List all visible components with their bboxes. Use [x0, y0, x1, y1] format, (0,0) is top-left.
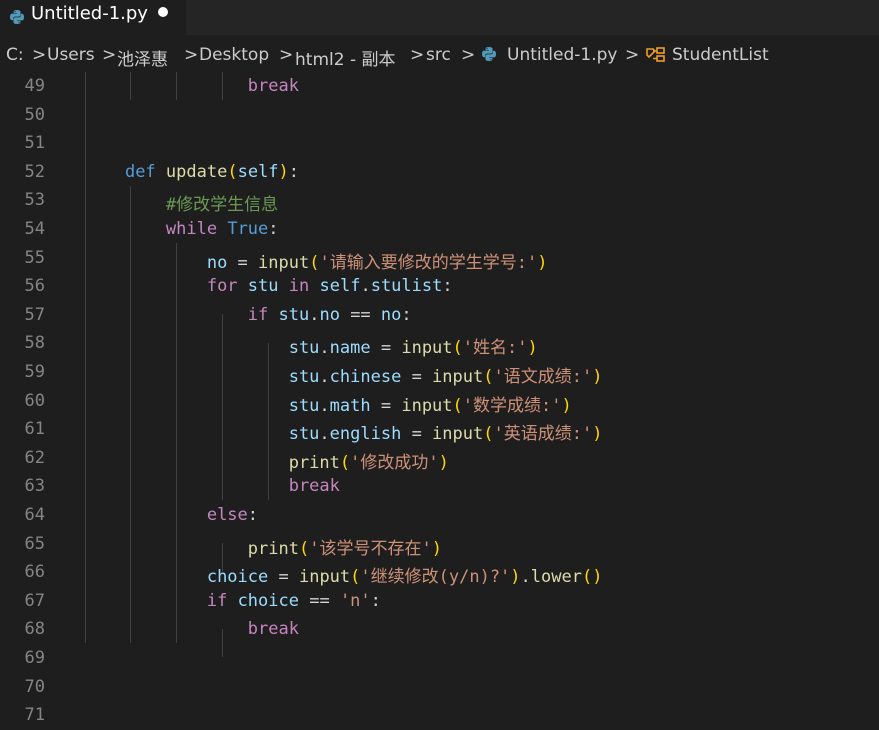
code-text[interactable]: stu.chinese = input('语文成绩:')	[84, 362, 603, 387]
line-number: 64	[24, 505, 45, 525]
code-text[interactable]: break	[84, 476, 340, 496]
line-number: 52	[24, 161, 45, 182]
line-number: 62	[24, 447, 45, 468]
line-number: 66	[24, 562, 45, 583]
chevron-right-icon: >	[32, 45, 47, 65]
code-line[interactable]: 55 no = input('请输入要修改的学生学号:')	[0, 244, 879, 273]
code-line[interactable]: 65 print('该学号不存在')	[0, 530, 879, 559]
chevron-right-icon: >	[184, 45, 199, 65]
line-number: 51	[24, 133, 45, 154]
code-line[interactable]: 57 if stu.no == no:	[0, 301, 879, 330]
breadcrumb-item-folder[interactable]: html2 - 副本	[295, 45, 395, 70]
breadcrumb-item-src[interactable]: src	[426, 45, 451, 65]
line-number: 57	[24, 304, 45, 325]
code-text[interactable]: print('修改成功')	[84, 448, 449, 473]
breadcrumb: C: > Users > 池泽惠 > Desktop > html2 - 副本 …	[0, 35, 879, 72]
class-symbol-icon	[646, 47, 665, 62]
code-text[interactable]: break	[84, 76, 299, 96]
code-text[interactable]: if choice == 'n':	[84, 591, 381, 611]
line-number: 54	[24, 219, 45, 239]
line-number: 60	[24, 390, 45, 411]
line-number: 59	[24, 362, 45, 382]
code-line[interactable]: 68 break	[0, 615, 879, 644]
code-line[interactable]: 54 while True:	[0, 215, 879, 244]
code-line[interactable]: 60 stu.math = input('数学成绩:')	[0, 387, 879, 416]
code-line[interactable]: 66 choice = input('继续修改(y/n)?').lower()	[0, 558, 879, 587]
code-line[interactable]: 61 stu.english = input('英语成绩:')	[0, 415, 879, 444]
line-number: 69	[24, 648, 45, 668]
line-number: 49	[24, 76, 45, 96]
code-line[interactable]: 51	[0, 129, 879, 158]
code-line[interactable]: 50	[0, 101, 879, 130]
code-line[interactable]: 62 print('修改成功')	[0, 444, 879, 473]
chevron-right-icon: >	[102, 45, 117, 65]
python-icon	[10, 10, 24, 24]
code-text[interactable]: stu.name = input('姓名:')	[84, 333, 538, 358]
code-editor[interactable]: 49 break 50 51 52 def update(self): 53 #修改学生…	[0, 72, 879, 725]
code-text[interactable]: stu.english = input('英语成绩:')	[84, 419, 603, 444]
unsaved-dot-icon[interactable]	[158, 7, 168, 17]
breadcrumb-item-class[interactable]: StudentList	[672, 45, 769, 65]
chevron-right-icon: >	[279, 45, 294, 65]
code-text[interactable]: if stu.no == no:	[84, 305, 412, 325]
line-number: 71	[24, 705, 45, 726]
code-text[interactable]: print('该学号不存在')	[84, 534, 442, 559]
code-line[interactable]: 69	[0, 644, 879, 673]
code-text[interactable]: no = input('请输入要修改的学生学号:')	[84, 248, 548, 273]
code-line[interactable]: 49 break	[0, 72, 879, 101]
code-line[interactable]: 59 stu.chinese = input('语文成绩:')	[0, 358, 879, 387]
python-icon	[482, 47, 496, 61]
tab-bar: Untitled-1.py	[0, 0, 879, 35]
code-text[interactable]: stu.math = input('数学成绩:')	[84, 391, 572, 416]
line-number: 67	[24, 590, 45, 611]
chevron-right-icon: >	[461, 45, 476, 65]
line-number: 56	[24, 276, 45, 297]
code-line[interactable]: 64 else:	[0, 501, 879, 530]
code-text[interactable]: break	[84, 619, 299, 639]
code-line[interactable]: 70	[0, 673, 879, 702]
code-line[interactable]: 58 stu.name = input('姓名:')	[0, 329, 879, 358]
code-line[interactable]: 56 for stu in self.stulist:	[0, 272, 879, 301]
line-number: 50	[24, 104, 45, 125]
code-text[interactable]: choice = input('继续修改(y/n)?').lower()	[84, 562, 603, 587]
code-line[interactable]: 71	[0, 701, 879, 730]
code-text[interactable]: def update(self):	[84, 162, 299, 182]
line-number: 70	[24, 676, 45, 697]
chevron-right-icon: >	[410, 45, 425, 65]
breadcrumb-item-users[interactable]: Users	[47, 45, 95, 65]
line-number: 65	[24, 533, 45, 554]
line-number: 55	[24, 247, 45, 268]
chevron-right-icon: >	[625, 45, 640, 65]
editor-tab[interactable]: Untitled-1.py	[0, 0, 186, 35]
line-number: 53	[24, 190, 45, 211]
code-line[interactable]: 67 if choice == 'n':	[0, 587, 879, 616]
code-line[interactable]: 52 def update(self):	[0, 158, 879, 187]
line-number: 63	[24, 476, 45, 497]
code-line[interactable]: 53 #修改学生信息	[0, 186, 879, 215]
breadcrumb-item-desktop[interactable]: Desktop	[199, 45, 269, 65]
code-text[interactable]: else:	[84, 505, 258, 525]
breadcrumb-item-file[interactable]: Untitled-1.py	[507, 45, 617, 65]
code-text[interactable]: while True:	[84, 219, 279, 239]
code-text[interactable]: #修改学生信息	[84, 190, 278, 215]
line-number: 58	[24, 333, 45, 354]
code-line[interactable]: 63 break	[0, 472, 879, 501]
breadcrumb-item-drive[interactable]: C:	[6, 45, 24, 65]
breadcrumb-item-user[interactable]: 池泽惠	[117, 45, 168, 70]
tab-title: Untitled-1.py	[31, 3, 148, 24]
line-number: 68	[24, 619, 45, 640]
line-number: 61	[24, 419, 45, 440]
code-text[interactable]: for stu in self.stulist:	[84, 276, 453, 296]
